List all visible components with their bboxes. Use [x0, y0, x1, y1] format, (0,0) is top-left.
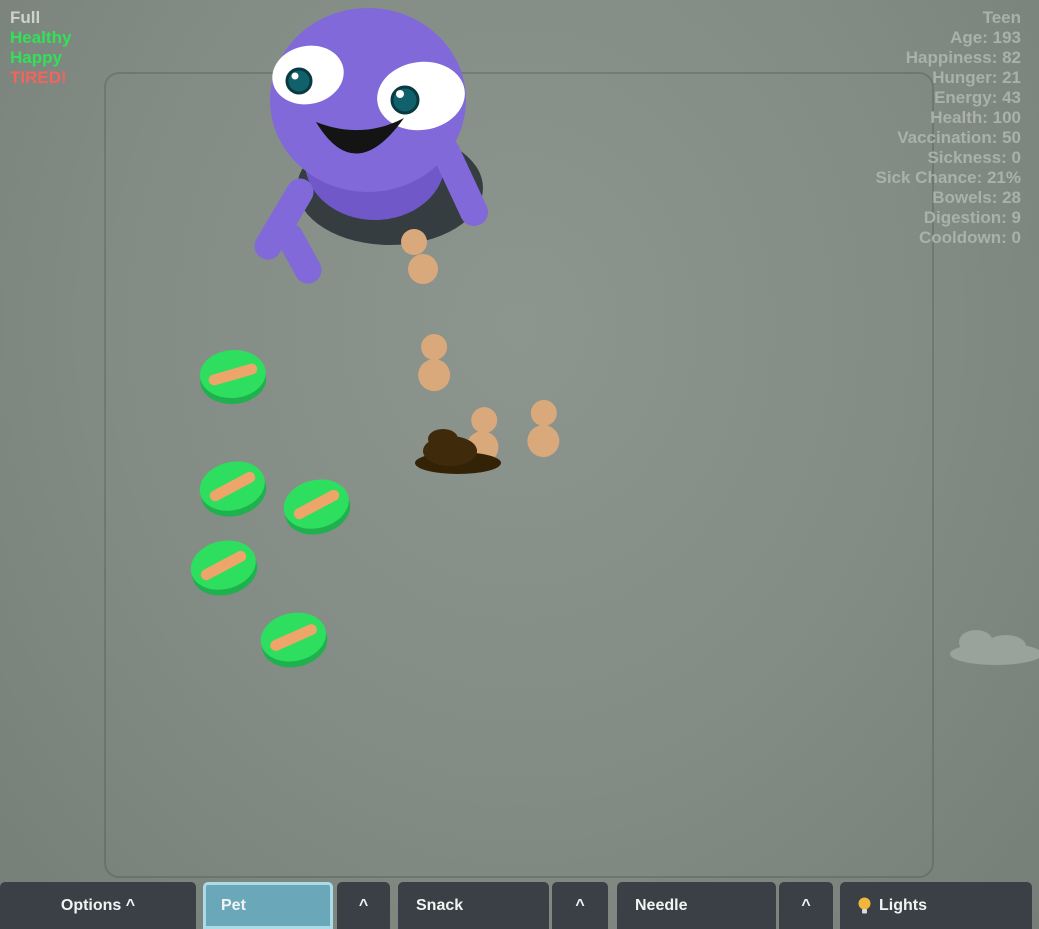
needle-button-label: Needle	[635, 896, 688, 914]
status-line: Healthy	[10, 28, 72, 47]
status-line: Full	[10, 8, 41, 27]
status-line: TIRED!	[10, 68, 67, 87]
stat-line: Age: 193	[950, 28, 1021, 47]
stat-line: Happiness: 82	[905, 48, 1021, 67]
status-line: Happy	[10, 48, 62, 67]
stat-line: Sick Chance: 21%	[875, 168, 1021, 187]
poop-pile	[408, 424, 508, 476]
snack-button[interactable]: Snack	[398, 882, 549, 929]
options-button[interactable]: Options ^	[0, 882, 196, 929]
dust-cloud	[948, 624, 1039, 666]
pet-button-label: Pet	[221, 896, 246, 914]
toolbar: Options ^ Pet ^ Snack ^ Needle ^ Lights	[0, 882, 1039, 929]
pet-leg-left	[276, 223, 322, 284]
pet-stats-list: Teen Age: 193 Happiness: 82 Hunger: 21 E…	[875, 8, 1021, 248]
stat-line: Vaccination: 50	[897, 128, 1021, 147]
stat-line: Hunger: 21	[932, 68, 1021, 87]
pet-caret-button[interactable]: ^	[337, 882, 390, 929]
peanut-dropping	[411, 331, 455, 396]
caret-up-icon: ^	[358, 896, 369, 914]
lights-button-label: Lights	[879, 896, 927, 914]
pet[interactable]	[250, 2, 580, 302]
peanut-dropping	[521, 397, 564, 461]
snack-caret-button[interactable]: ^	[552, 882, 608, 929]
stat-line: Cooldown: 0	[919, 228, 1021, 247]
game-screen: { "colors": { "bg-center": "#8d958f", "b…	[0, 0, 1039, 929]
stat-line: Bowels: 28	[932, 188, 1021, 207]
snack-button-label: Snack	[416, 896, 464, 914]
stat-line: Sickness: 0	[927, 148, 1021, 167]
caret-up-icon: ^	[801, 896, 811, 914]
needle-button[interactable]: Needle	[617, 882, 776, 929]
pet-tab-button[interactable]: Pet	[203, 882, 333, 929]
stat-line: Digestion: 9	[923, 208, 1021, 227]
stat-line: Energy: 43	[934, 88, 1021, 107]
caret-up-icon: ^	[575, 896, 585, 914]
stat-line: Teen	[982, 8, 1021, 27]
options-button-label: Options ^	[60, 896, 136, 914]
lightbulb-icon	[858, 897, 871, 915]
lights-button[interactable]: Lights	[840, 882, 1032, 929]
melon-slice	[194, 345, 272, 408]
needle-caret-button[interactable]: ^	[779, 882, 833, 929]
stat-line: Health: 100	[930, 108, 1021, 127]
pet-status-list: Full Healthy Happy TIRED!	[10, 8, 71, 88]
